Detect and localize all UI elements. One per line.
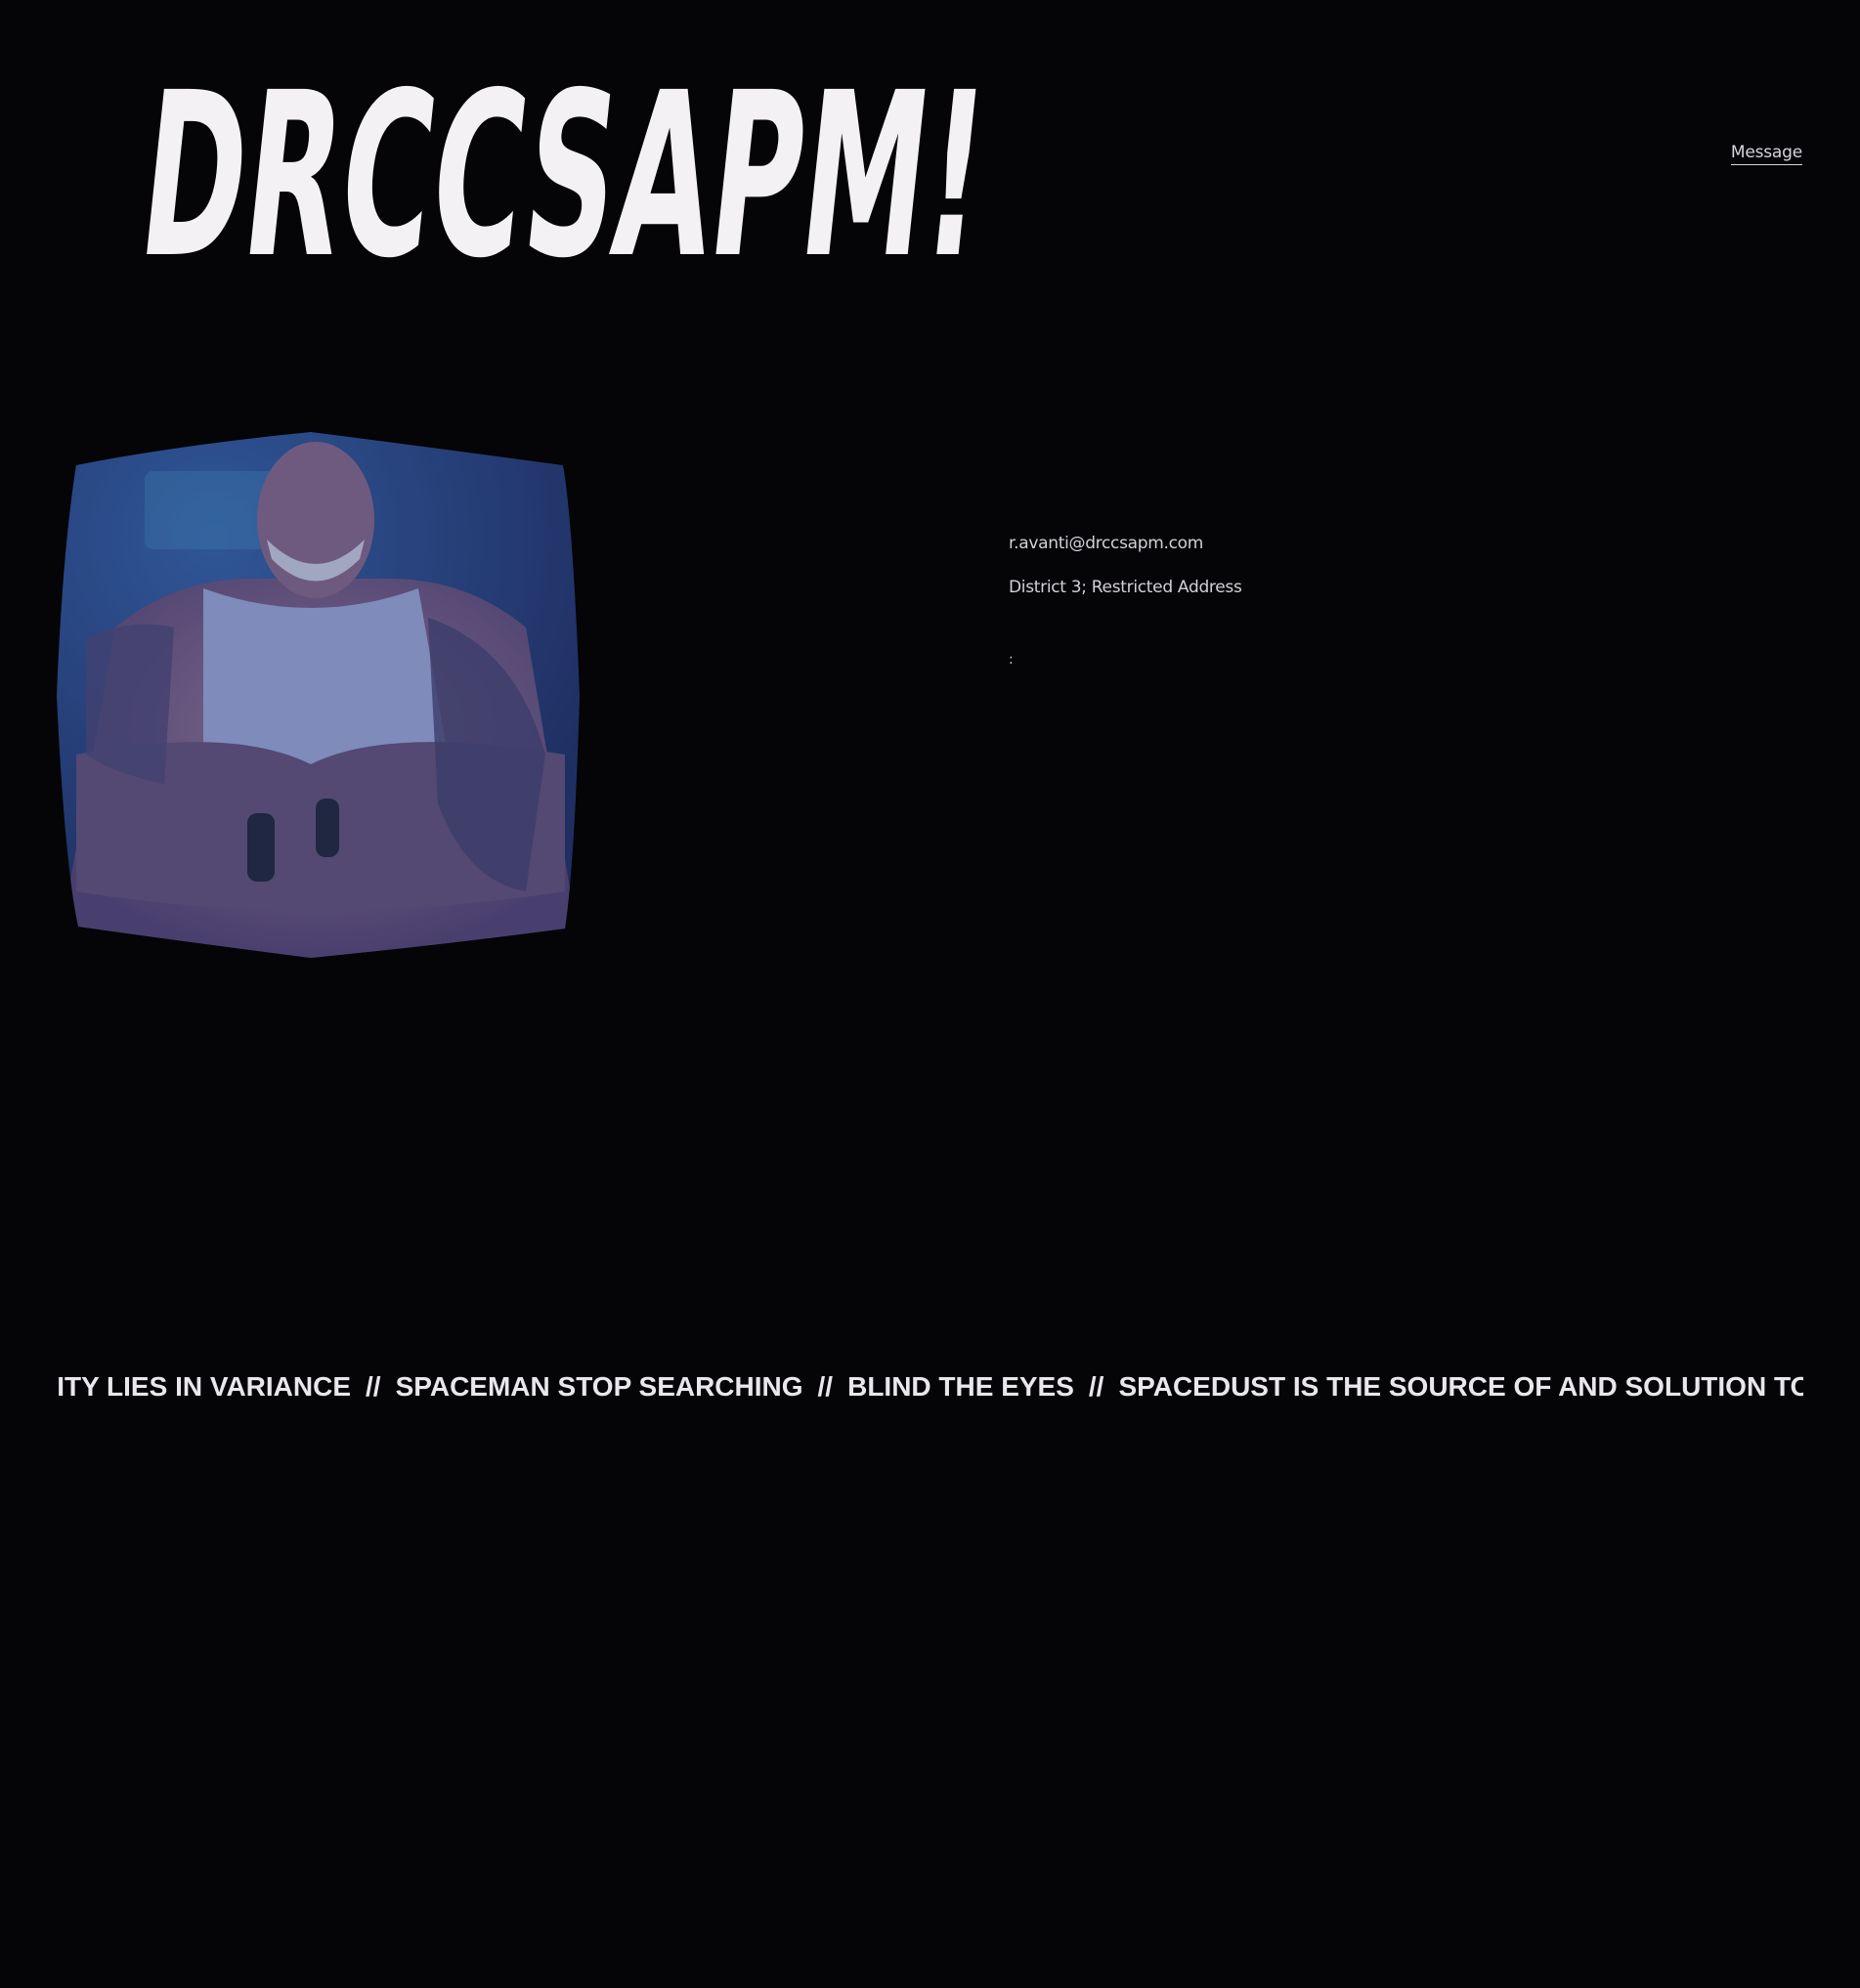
ticker-item: SPACEMAN STOP SEARCHING: [395, 1371, 803, 1402]
portrait-image: [57, 432, 582, 958]
ticker-separator: //: [366, 1371, 381, 1402]
ticker-separator: //: [1088, 1371, 1104, 1402]
ticker-item: NITY LIES IN VARIANCE: [57, 1371, 352, 1402]
contact-address: District 3; Restricted Address: [1009, 578, 1242, 597]
contact-separator: :: [1009, 652, 1014, 668]
marquee-ticker: NITY LIES IN VARIANCE // SPACEMAN STOP S…: [57, 1366, 1803, 1407]
site-logo[interactable]: DRCCSAPM!: [135, 72, 1015, 278]
ticker-track: NITY LIES IN VARIANCE // SPACEMAN STOP S…: [57, 1366, 1803, 1407]
logo-text: DRCCSAPM!: [135, 72, 998, 278]
nav-message-link[interactable]: Message: [1730, 143, 1802, 165]
ticker-separator: //: [817, 1371, 834, 1402]
ticker-item: SPACEDUST IS THE SOURCE OF AND SOLUTION …: [1118, 1371, 1803, 1402]
contact-block: r.avanti@drccsapm.com District 3; Restri…: [1009, 533, 1242, 667]
ticker-item: BLIND THE EYES: [847, 1371, 1074, 1402]
contact-email-link[interactable]: r.avanti@drccsapm.com: [1009, 533, 1242, 577]
